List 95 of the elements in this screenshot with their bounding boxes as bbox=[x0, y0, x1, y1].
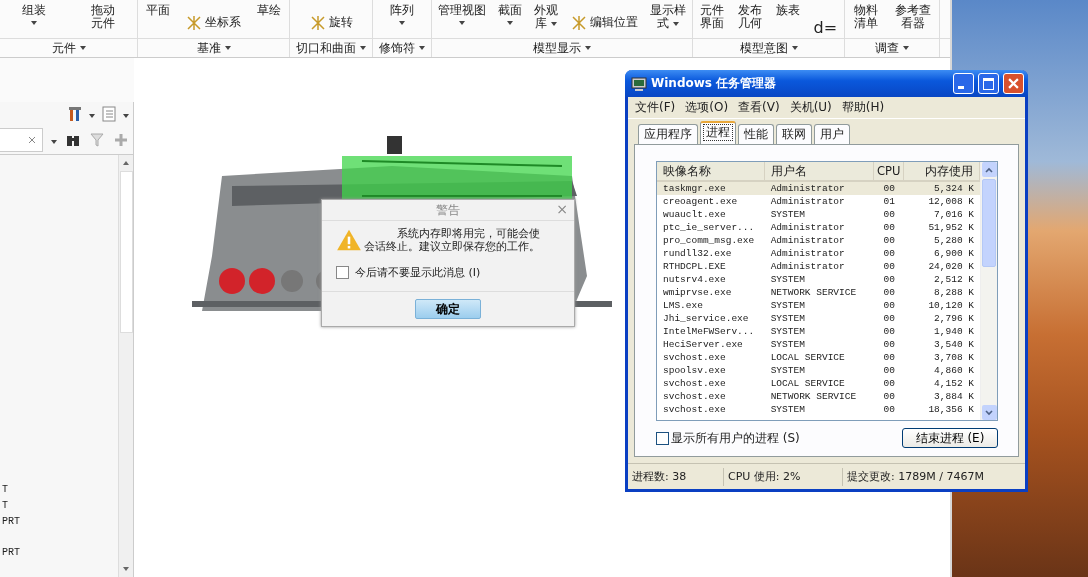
process-row[interactable]: LMS.exe SYSTEM 00 10,120 K bbox=[657, 299, 980, 312]
process-row[interactable]: pro_comm_msg.exe Administrator 00 5,280 K bbox=[657, 234, 980, 247]
ribbon-button[interactable]: 编辑位置 bbox=[570, 14, 638, 31]
search-field[interactable] bbox=[0, 128, 43, 152]
tab[interactable]: 用户 bbox=[814, 124, 850, 144]
checkbox[interactable] bbox=[336, 266, 349, 279]
tree-item[interactable]: PRT bbox=[2, 545, 20, 561]
process-row[interactable]: wmiprvse.exe NETWORK SERVICE 00 8,288 K bbox=[657, 286, 980, 299]
ribbon-button[interactable]: 外观 库 bbox=[534, 4, 559, 30]
checkbox-label[interactable]: 显示所有用户的进程 (S) bbox=[671, 429, 900, 447]
clear-icon[interactable] bbox=[28, 136, 36, 144]
caret-icon[interactable] bbox=[51, 140, 57, 144]
tree-item[interactable]: PRT bbox=[2, 514, 20, 530]
minimize-icon bbox=[958, 86, 964, 89]
status-field: 提交更改: 1789M / 7467M bbox=[843, 467, 1025, 486]
menu-item[interactable]: 关机(U) bbox=[789, 99, 832, 116]
ribbon-button[interactable]: 元件 界面 bbox=[699, 4, 724, 30]
process-row[interactable]: ptc_ie_server... Administrator 00 51,952 K bbox=[657, 221, 980, 234]
status-field: CPU 使用: 2% bbox=[724, 467, 843, 486]
group-label[interactable]: 调查 bbox=[875, 39, 909, 57]
menu-item[interactable]: 选项(O) bbox=[685, 99, 729, 116]
ribbon-button[interactable]: 管理视图 bbox=[438, 4, 487, 25]
ribbon-button[interactable]: 组装 bbox=[22, 4, 47, 25]
ribbon-button[interactable]: 阵列 bbox=[390, 4, 414, 25]
caret-icon[interactable] bbox=[89, 114, 95, 118]
checkbox-label[interactable]: 今后请不要显示此消息 (I) bbox=[355, 265, 481, 280]
maximize-button[interactable] bbox=[978, 73, 999, 94]
tool-icon bbox=[309, 14, 326, 31]
warning-message: 会话终止。建议立即保存您的工作。 bbox=[364, 240, 540, 253]
caret-icon[interactable] bbox=[123, 114, 129, 118]
process-row[interactable]: svchost.exe LOCAL SERVICE 00 3,708 K bbox=[657, 351, 980, 364]
ribbon-button[interactable]: 草绘 bbox=[257, 4, 281, 17]
ribbon-button[interactable]: 平面 bbox=[146, 4, 170, 17]
ribbon-button[interactable]: d= bbox=[813, 18, 838, 37]
chevron-down-icon[interactable] bbox=[985, 409, 993, 416]
column-header[interactable]: 用户名 bbox=[764, 162, 875, 180]
group-label[interactable]: 修饰符 bbox=[379, 39, 425, 57]
process-row[interactable]: taskmgr.exe Administrator 00 5,324 K bbox=[657, 182, 980, 195]
process-row[interactable]: HeciServer.exe SYSTEM 00 3,540 K bbox=[657, 338, 980, 351]
process-row[interactable]: Jhi_service.exe SYSTEM 00 2,796 K bbox=[657, 312, 980, 325]
monitor-icon bbox=[631, 75, 647, 92]
checkbox[interactable] bbox=[656, 431, 669, 445]
ribbon-button[interactable]: 参考查 看器 bbox=[894, 4, 931, 30]
process-row[interactable]: svchost.exe LOCAL SERVICE 00 4,152 K bbox=[657, 377, 980, 390]
tool-icon bbox=[570, 14, 587, 31]
process-row[interactable]: creoagent.exe Administrator 01 12,008 K bbox=[657, 195, 980, 208]
tools-icon[interactable] bbox=[67, 106, 83, 122]
process-row[interactable]: RTHDCPL.EXE Administrator 00 24,020 K bbox=[657, 260, 980, 273]
tab[interactable]: 进程 bbox=[700, 121, 736, 144]
chevron-up-icon[interactable] bbox=[985, 166, 993, 173]
tab[interactable]: 应用程序 bbox=[638, 124, 698, 144]
ribbon-button[interactable]: 截面 bbox=[498, 4, 523, 25]
process-row[interactable]: svchost.exe SYSTEM 00 18,356 K bbox=[657, 403, 980, 416]
scrollbar[interactable] bbox=[980, 162, 997, 420]
tab[interactable]: 性能 bbox=[738, 124, 774, 144]
minimize-button[interactable] bbox=[953, 73, 974, 94]
group-label[interactable]: 模型意图 bbox=[739, 39, 798, 57]
ribbon-button[interactable]: 坐标系 bbox=[186, 14, 241, 31]
group-label[interactable]: 模型显示 bbox=[533, 39, 591, 57]
tool-icon bbox=[186, 14, 202, 31]
ribbon-button[interactable]: 拖动 元件 bbox=[90, 4, 115, 30]
tree-item[interactable]: T bbox=[2, 482, 8, 498]
ribbon-button[interactable]: 物料 清单 bbox=[853, 4, 878, 30]
menu-item[interactable]: 文件(F) bbox=[635, 99, 676, 116]
group-label[interactable]: 基准 bbox=[196, 39, 231, 57]
column-header[interactable]: CPU bbox=[874, 162, 905, 180]
process-row[interactable]: spoolsv.exe SYSTEM 00 4,860 K bbox=[657, 364, 980, 377]
ribbon-button[interactable]: 族表 bbox=[775, 4, 800, 17]
process-row[interactable]: IntelMeFWServ... SYSTEM 00 1,940 K bbox=[657, 325, 980, 338]
warning-icon bbox=[336, 229, 362, 251]
scrollbar[interactable] bbox=[118, 155, 133, 577]
window-title: Windows 任务管理器 bbox=[651, 75, 778, 92]
tab[interactable]: 联网 bbox=[776, 124, 812, 144]
process-row[interactable]: rundll32.exe Administrator 00 6,900 K bbox=[657, 247, 980, 260]
menu-item[interactable]: 查看(V) bbox=[738, 99, 780, 116]
maximize-icon bbox=[983, 77, 994, 90]
ribbon-button[interactable]: 旋转 bbox=[309, 14, 353, 31]
warning-message: 系统内存即将用完，可能会使 bbox=[397, 227, 540, 240]
plus-icon[interactable] bbox=[113, 132, 129, 148]
close-button[interactable] bbox=[1003, 73, 1024, 94]
close-icon bbox=[1008, 78, 1019, 89]
process-row[interactable]: nutsrv4.exe SYSTEM 00 2,512 K bbox=[657, 273, 980, 286]
status-field: 进程数: 38 bbox=[628, 467, 724, 486]
column-header[interactable]: 映像名称 bbox=[657, 162, 765, 180]
tree-item[interactable]: T bbox=[2, 498, 8, 514]
process-row[interactable]: wuauclt.exe SYSTEM 00 7,016 K bbox=[657, 208, 980, 221]
dialog-title: 警告 bbox=[436, 201, 460, 219]
menu-item[interactable]: 帮助(H) bbox=[841, 99, 885, 116]
process-row[interactable]: svchost.exe NETWORK SERVICE 00 3,884 K bbox=[657, 390, 980, 403]
end-process-button[interactable]: 结束进程 (E) bbox=[902, 428, 998, 448]
group-label[interactable]: 切口和曲面 bbox=[296, 39, 366, 57]
group-label[interactable]: 元件 bbox=[51, 39, 86, 57]
ribbon-button[interactable]: 发布 几何 bbox=[737, 4, 762, 30]
ribbon-button[interactable]: 显示样 式 bbox=[649, 4, 686, 30]
ok-button[interactable]: 确定 bbox=[415, 299, 481, 319]
